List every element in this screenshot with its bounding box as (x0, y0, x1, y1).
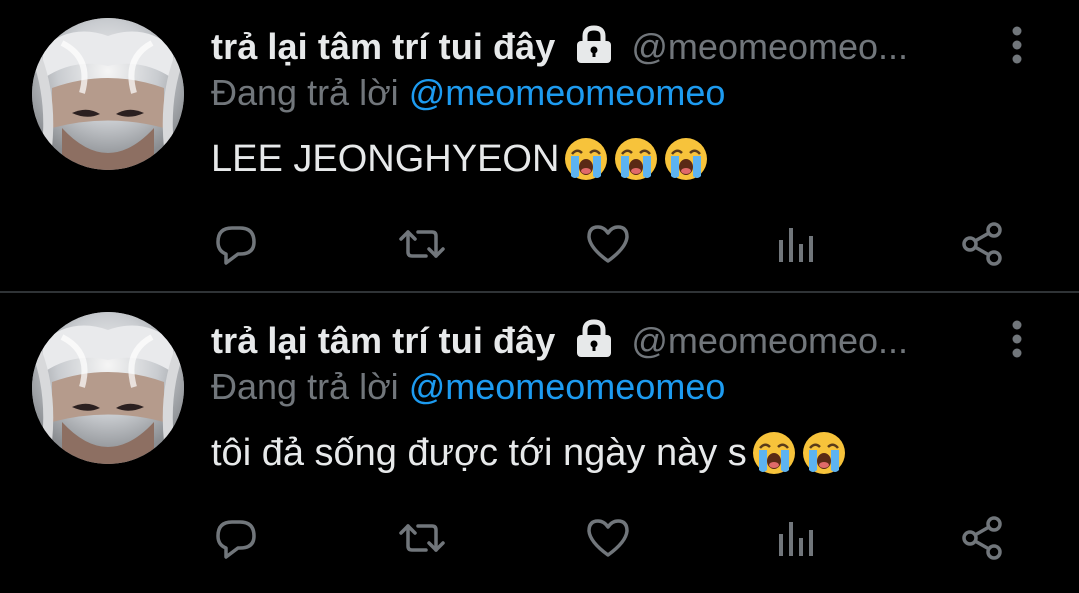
reply-prefix: Đang trả lời (211, 366, 399, 407)
tweet-text: tôi đả sống được tới ngày này s (211, 430, 847, 476)
lock-icon (573, 319, 615, 359)
analytics-icon[interactable] (772, 220, 820, 268)
retweet-icon[interactable] (398, 514, 446, 562)
reply-prefix: Đang trả lời (211, 72, 399, 113)
loudly-crying-face-icon (663, 136, 709, 182)
tweet-actions (0, 220, 1079, 270)
like-icon[interactable] (584, 220, 632, 268)
reply-icon[interactable] (212, 514, 260, 562)
avatar[interactable] (32, 18, 184, 170)
display-name[interactable]: trả lại tâm trí tui đây (211, 26, 555, 68)
loudly-crying-face-icon (613, 136, 659, 182)
lock-icon (573, 25, 615, 65)
reply-context: Đang trả lời @meomeomeomeo (211, 72, 725, 114)
tweet-divider (0, 291, 1079, 293)
tweet-actions (0, 514, 1079, 564)
reply-context: Đang trả lời @meomeomeomeo (211, 366, 725, 408)
more-options-icon[interactable] (1006, 26, 1028, 64)
loudly-crying-face-icon (563, 136, 609, 182)
display-name[interactable]: trả lại tâm trí tui đây (211, 320, 555, 362)
like-icon[interactable] (584, 514, 632, 562)
retweet-icon[interactable] (398, 220, 446, 268)
tweet[interactable]: trả lại tâm trí tui đây @meomeomeo... Đa… (0, 294, 1079, 586)
reply-to-handle[interactable]: @meomeomeomeo (409, 72, 726, 113)
loudly-crying-face-icon (751, 430, 797, 476)
tweet[interactable]: trả lại tâm trí tui đây @meomeomeo... Đa… (0, 0, 1079, 293)
tweet-header: trả lại tâm trí tui đây @meomeomeo... (211, 316, 1001, 366)
tweet-header: trả lại tâm trí tui đây @meomeomeo... (211, 22, 1001, 72)
reply-to-handle[interactable]: @meomeomeomeo (409, 366, 726, 407)
tweet-body: LEE JEONGHYEON (211, 137, 560, 180)
avatar[interactable] (32, 312, 184, 464)
tweet-body: tôi đả sống được tới ngày này s (211, 431, 747, 474)
more-options-icon[interactable] (1006, 320, 1028, 358)
loudly-crying-face-icon (801, 430, 847, 476)
user-handle[interactable]: @meomeomeo... (631, 320, 908, 362)
share-icon[interactable] (958, 514, 1006, 562)
share-icon[interactable] (958, 220, 1006, 268)
tweet-text: LEE JEONGHYEON (211, 136, 709, 182)
analytics-icon[interactable] (772, 514, 820, 562)
user-handle[interactable]: @meomeomeo... (631, 26, 908, 68)
reply-icon[interactable] (212, 220, 260, 268)
